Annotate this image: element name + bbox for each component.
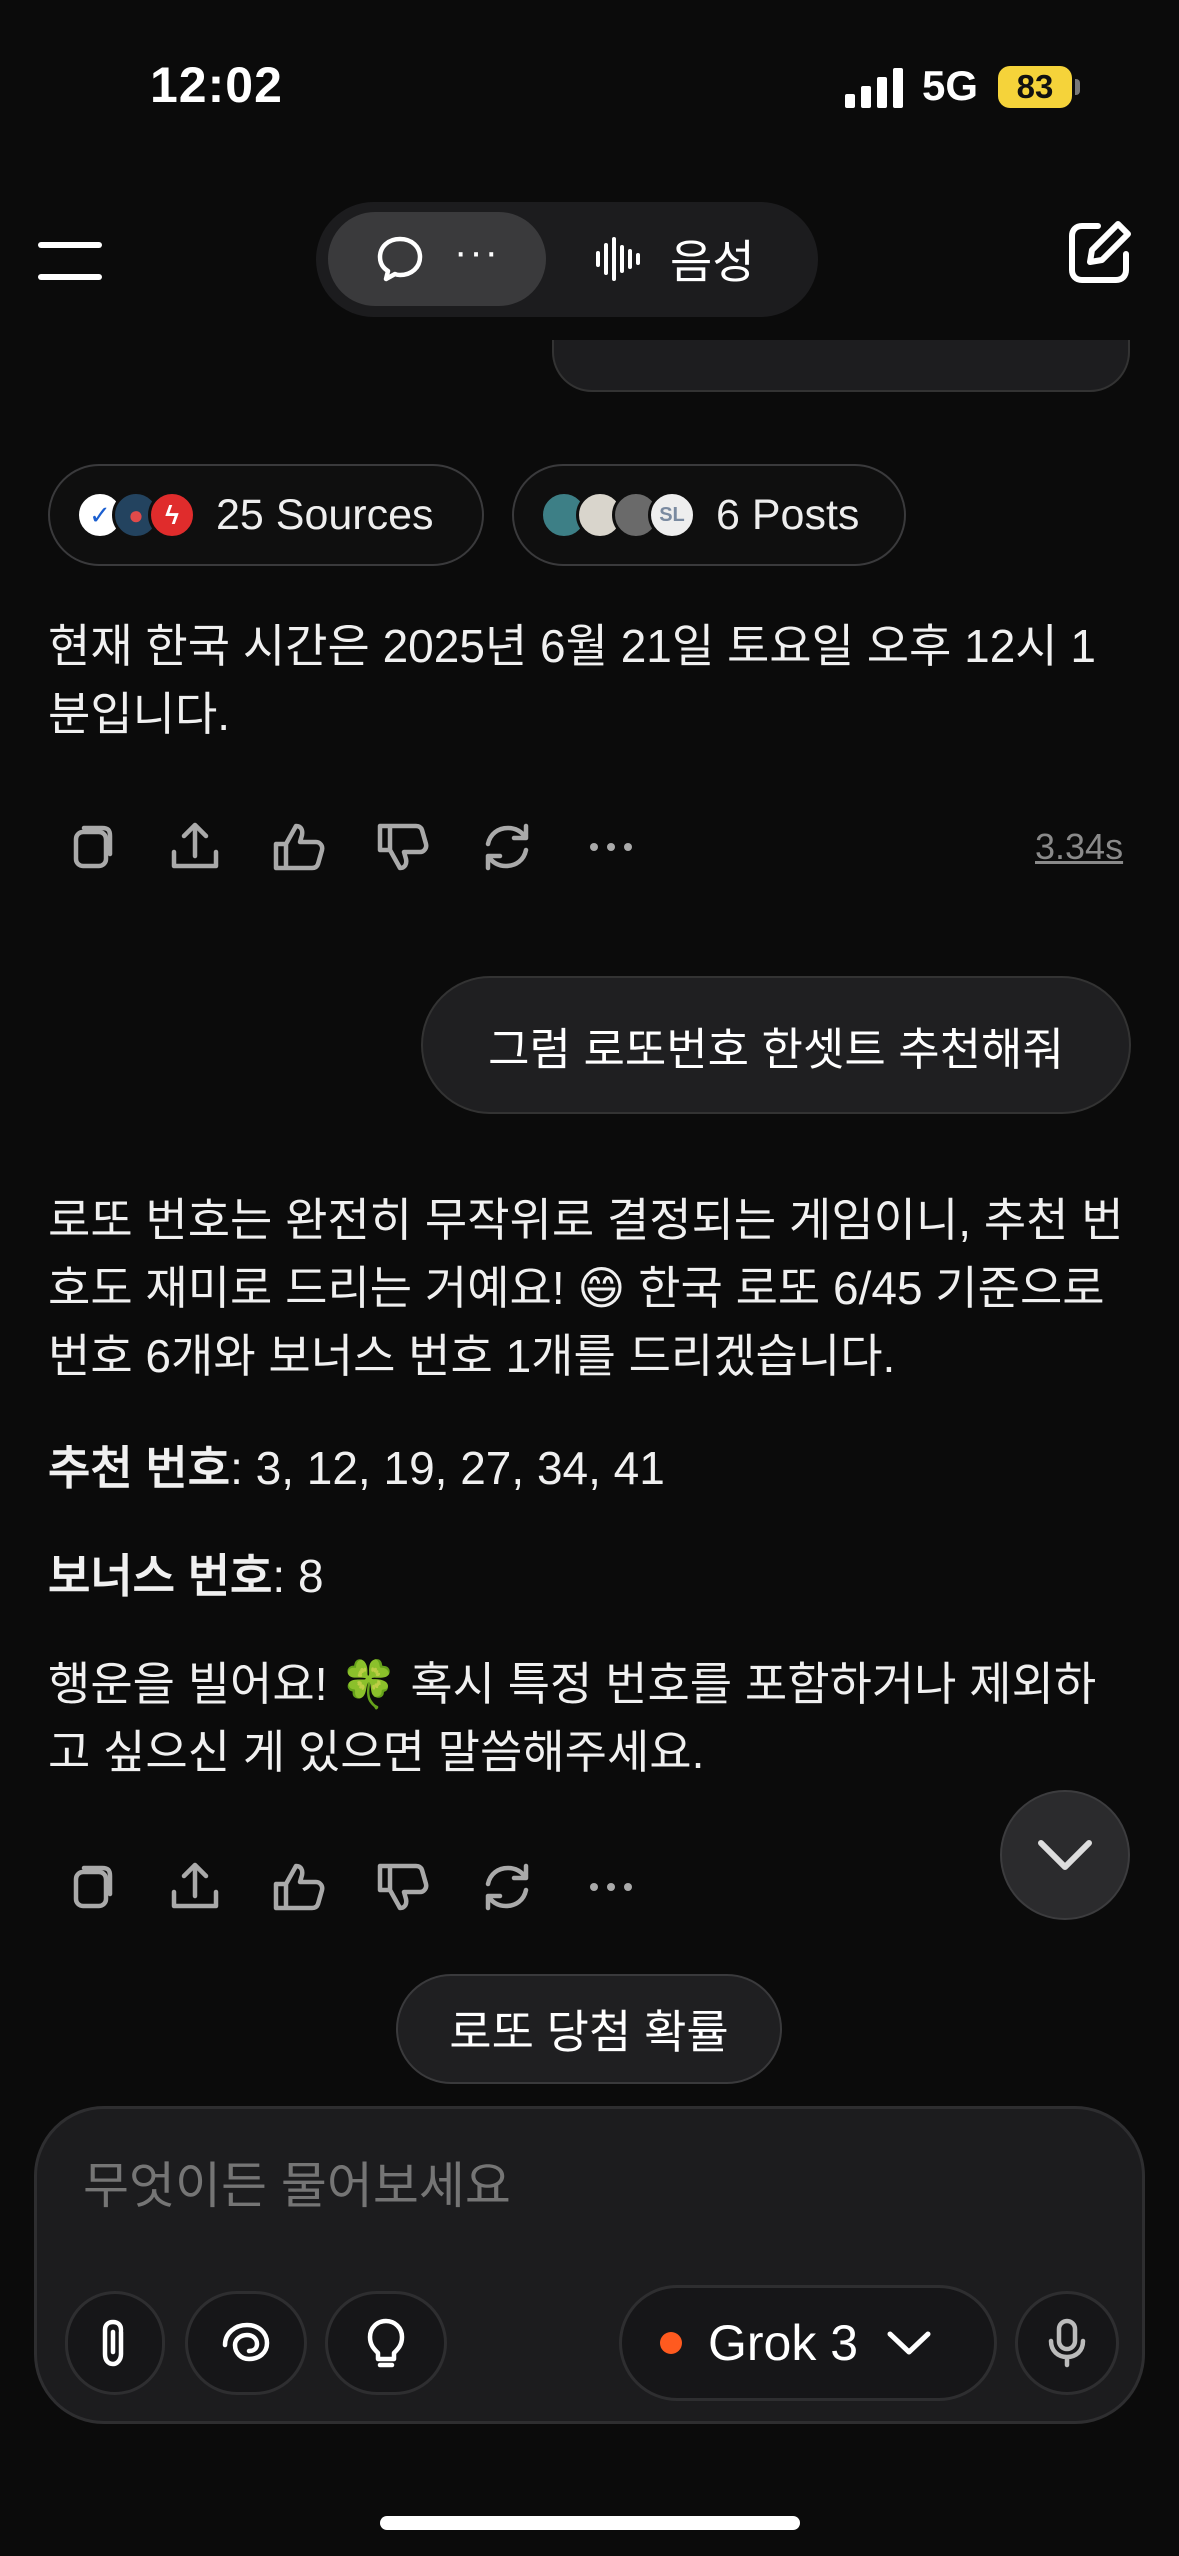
attach-button[interactable] bbox=[65, 2291, 165, 2395]
assistant-message-2-intro: 로또 번호는 완전히 무작위로 결정되는 게임이니, 추천 번호도 재미로 드리… bbox=[48, 1194, 1124, 1382]
share-icon[interactable] bbox=[166, 818, 224, 876]
message-actions-1 bbox=[62, 812, 640, 882]
post-avatars: SL bbox=[540, 491, 696, 539]
more-icon[interactable] bbox=[582, 1858, 640, 1916]
regenerate-icon[interactable] bbox=[478, 818, 536, 876]
recommended-value: : 3, 12, 19, 27, 34, 41 bbox=[230, 1442, 665, 1494]
paperclip-icon bbox=[102, 2319, 124, 2367]
message-actions-2 bbox=[62, 1852, 640, 1922]
sources-chip[interactable]: ✓ ● ϟ 25 Sources bbox=[48, 464, 484, 566]
waveform-icon bbox=[596, 237, 640, 281]
posts-label: 6 Posts bbox=[716, 490, 860, 539]
composer: Grok 3 bbox=[34, 2106, 1145, 2424]
recommended-numbers: 추천 번호: 3, 12, 19, 27, 34, 41 bbox=[48, 1434, 1138, 1502]
chat-bubble-icon bbox=[377, 236, 423, 282]
home-indicator bbox=[380, 2516, 800, 2530]
model-status-dot bbox=[660, 2332, 682, 2354]
posts-chip[interactable]: SL 6 Posts bbox=[512, 464, 906, 566]
battery-level: 83 bbox=[998, 66, 1072, 108]
status-bar: 12:02 5G 83 bbox=[0, 0, 1179, 175]
message-input[interactable] bbox=[83, 2157, 1083, 2215]
more-icon[interactable] bbox=[582, 818, 640, 876]
chat-mode-dots: ··· bbox=[454, 230, 500, 274]
lightbulb-icon bbox=[367, 2318, 405, 2368]
deepsearch-icon bbox=[222, 2322, 270, 2362]
status-time: 12:02 bbox=[150, 57, 283, 113]
chat-mode-tab[interactable]: ··· bbox=[328, 212, 546, 306]
chevron-down-icon bbox=[1038, 1840, 1092, 1870]
scroll-to-bottom-button[interactable] bbox=[1000, 1790, 1130, 1920]
menu-button[interactable] bbox=[38, 236, 102, 286]
chevron-down-icon bbox=[887, 2331, 931, 2355]
recommended-label: 추천 번호 bbox=[48, 1442, 231, 1494]
voice-mode-tab[interactable]: 음성 bbox=[594, 212, 755, 306]
mode-switch: ··· 음성 bbox=[316, 202, 818, 317]
regenerate-icon[interactable] bbox=[478, 1858, 536, 1916]
voice-input-button[interactable] bbox=[1015, 2291, 1119, 2395]
share-icon[interactable] bbox=[166, 1858, 224, 1916]
cellular-signal-icon bbox=[845, 68, 903, 108]
bonus-value: : 8 bbox=[272, 1550, 324, 1602]
response-time-1[interactable]: 3.34s bbox=[1035, 826, 1123, 868]
network-type: 5G bbox=[922, 62, 979, 109]
menu-icon bbox=[38, 242, 102, 248]
source-avatars: ✓ ● ϟ bbox=[76, 491, 196, 539]
copy-icon[interactable] bbox=[62, 1858, 120, 1916]
sources-label: 25 Sources bbox=[216, 490, 434, 539]
bonus-number: 보너스 번호: 8 bbox=[48, 1542, 1138, 1610]
new-chat-icon[interactable] bbox=[1064, 218, 1134, 288]
user-message-2: 그럼 로또번호 한셋트 추천해줘 bbox=[421, 976, 1131, 1114]
assistant-message-2-outro: 행운을 빌어요! 🍀 혹시 특정 번호를 포함하거나 제외하고 싶으신 게 있으… bbox=[48, 1658, 1097, 1778]
think-button[interactable] bbox=[325, 2291, 447, 2395]
thumbs-up-icon[interactable] bbox=[270, 818, 328, 876]
bonus-label: 보너스 번호 bbox=[48, 1550, 273, 1602]
model-label: Grok 3 bbox=[708, 2315, 859, 2371]
thumbs-down-icon[interactable] bbox=[374, 818, 432, 876]
source-avatar: ϟ bbox=[148, 491, 196, 539]
microphone-icon bbox=[1048, 2318, 1086, 2368]
thumbs-up-icon[interactable] bbox=[270, 1858, 328, 1916]
assistant-message-1: 현재 한국 시간은 2025년 6월 21일 토요일 오후 12시 1분입니다. bbox=[48, 620, 1096, 740]
voice-mode-label: 음성 bbox=[670, 236, 755, 288]
battery-icon bbox=[1075, 79, 1080, 95]
post-avatar: SL bbox=[648, 491, 696, 539]
copy-icon[interactable] bbox=[62, 818, 120, 876]
suggestion-chip[interactable]: 로또 당첨 확률 bbox=[396, 1974, 782, 2084]
thumbs-down-icon[interactable] bbox=[374, 1858, 432, 1916]
deepsearch-button[interactable] bbox=[185, 2291, 307, 2395]
model-selector[interactable]: Grok 3 bbox=[619, 2285, 997, 2401]
